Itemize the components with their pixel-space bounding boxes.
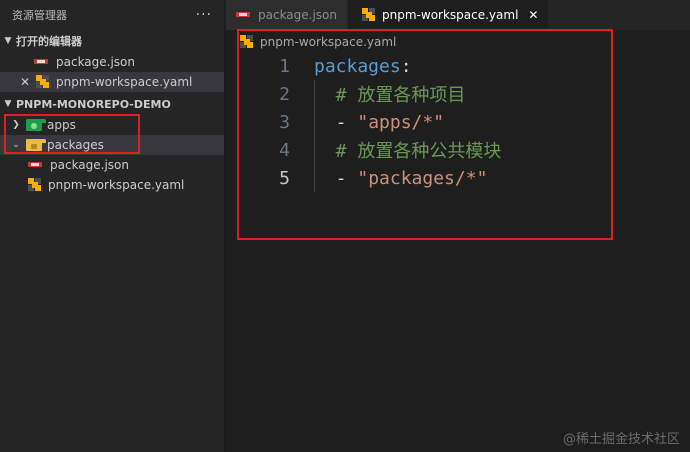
code-comment: # 放置各种公共模块: [314, 141, 502, 162]
tree-item-pnpm-workspace[interactable]: pnpm-workspace.yaml: [0, 175, 224, 195]
code-line: 5 - "packages/*": [226, 164, 690, 192]
yaml-icon: [36, 75, 50, 89]
line-number: 3: [279, 111, 290, 133]
line-number: 2: [279, 83, 290, 105]
code-line: 2 # 放置各种项目: [226, 80, 690, 108]
yaml-string: "packages/*": [357, 167, 488, 189]
editor-tabbar: package.json pnpm-workspace.yaml ✕: [226, 0, 690, 30]
explorer-header: 资源管理器 ···: [0, 0, 224, 30]
breadcrumb[interactable]: pnpm-workspace.yaml: [240, 33, 396, 51]
open-editor-pnpm-workspace[interactable]: ✕ pnpm-workspace.yaml: [0, 72, 224, 92]
folder-green-icon: [26, 119, 47, 131]
tree-item-package-json[interactable]: package.json: [0, 155, 224, 175]
tree-item-apps[interactable]: ❯ apps: [0, 115, 224, 135]
section-open-editors[interactable]: ▼ 打开的编辑器: [0, 30, 224, 52]
chevron-down-icon: ▼: [4, 36, 12, 46]
open-editor-label: package.json: [56, 55, 136, 69]
code-line: 4 # 放置各种公共模块: [226, 136, 690, 164]
yaml-dash: -: [314, 167, 358, 189]
open-editor-label: pnpm-workspace.yaml: [56, 75, 193, 89]
section-project[interactable]: ▼ PNPM-MONOREPO-DEMO: [0, 93, 224, 115]
yaml-icon: [362, 8, 376, 22]
close-icon[interactable]: ✕: [528, 8, 538, 22]
watermark: @稀土掘金技术社区: [562, 432, 680, 447]
code-comment: # 放置各种项目: [314, 85, 466, 106]
code-line: 3 - "apps/*": [226, 108, 690, 136]
npm-json-icon: [34, 57, 50, 67]
code-editor[interactable]: 1 packages: 2 # 放置各种项目 3 - "apps/*" 4 # …: [226, 52, 690, 192]
code-line: 1 packages:: [226, 52, 690, 80]
tab-label: pnpm-workspace.yaml: [382, 8, 519, 22]
folder-yellow-icon: [26, 139, 47, 151]
tree-item-label: package.json: [50, 158, 130, 172]
tab-pnpm-workspace[interactable]: pnpm-workspace.yaml ✕: [348, 0, 550, 30]
npm-json-icon: [236, 10, 252, 20]
tree-item-label: packages: [47, 138, 104, 152]
code-text: - "packages/*": [290, 167, 488, 189]
open-editor-package-json[interactable]: package.json: [0, 52, 224, 72]
indent-guide: [314, 80, 315, 192]
chevron-down-icon: ▼: [4, 99, 12, 109]
line-number: 4: [279, 139, 290, 161]
tree-item-packages[interactable]: ⌄ packages: [0, 135, 224, 155]
chevron-down-icon: ⌄: [12, 140, 20, 150]
tree-item-label: pnpm-workspace.yaml: [48, 178, 185, 192]
breadcrumb-file: pnpm-workspace.yaml: [260, 35, 397, 49]
yaml-icon: [28, 178, 42, 192]
explorer-sidebar: 资源管理器 ··· ▼ 打开的编辑器 package.json ✕ pnpm-w…: [0, 0, 225, 452]
more-actions-icon[interactable]: ···: [196, 7, 212, 23]
tab-label: package.json: [258, 8, 338, 22]
yaml-colon: :: [400, 55, 412, 77]
yaml-string: "apps/*": [357, 111, 445, 133]
npm-json-icon: [28, 160, 44, 170]
yaml-icon: [240, 35, 254, 49]
section-open-editors-label: 打开的编辑器: [16, 35, 82, 48]
project-label: PNPM-MONOREPO-DEMO: [16, 97, 171, 111]
line-number: 5: [279, 167, 290, 189]
tree-item-label: apps: [47, 118, 76, 132]
line-number: 1: [279, 55, 290, 77]
chevron-right-icon: ❯: [12, 120, 20, 130]
code-text: packages:: [290, 56, 412, 77]
tab-package-json[interactable]: package.json: [226, 0, 349, 30]
close-icon[interactable]: ✕: [20, 75, 30, 89]
explorer-title: 资源管理器: [12, 9, 67, 22]
yaml-dash: -: [314, 111, 358, 133]
yaml-key: packages: [314, 55, 401, 77]
